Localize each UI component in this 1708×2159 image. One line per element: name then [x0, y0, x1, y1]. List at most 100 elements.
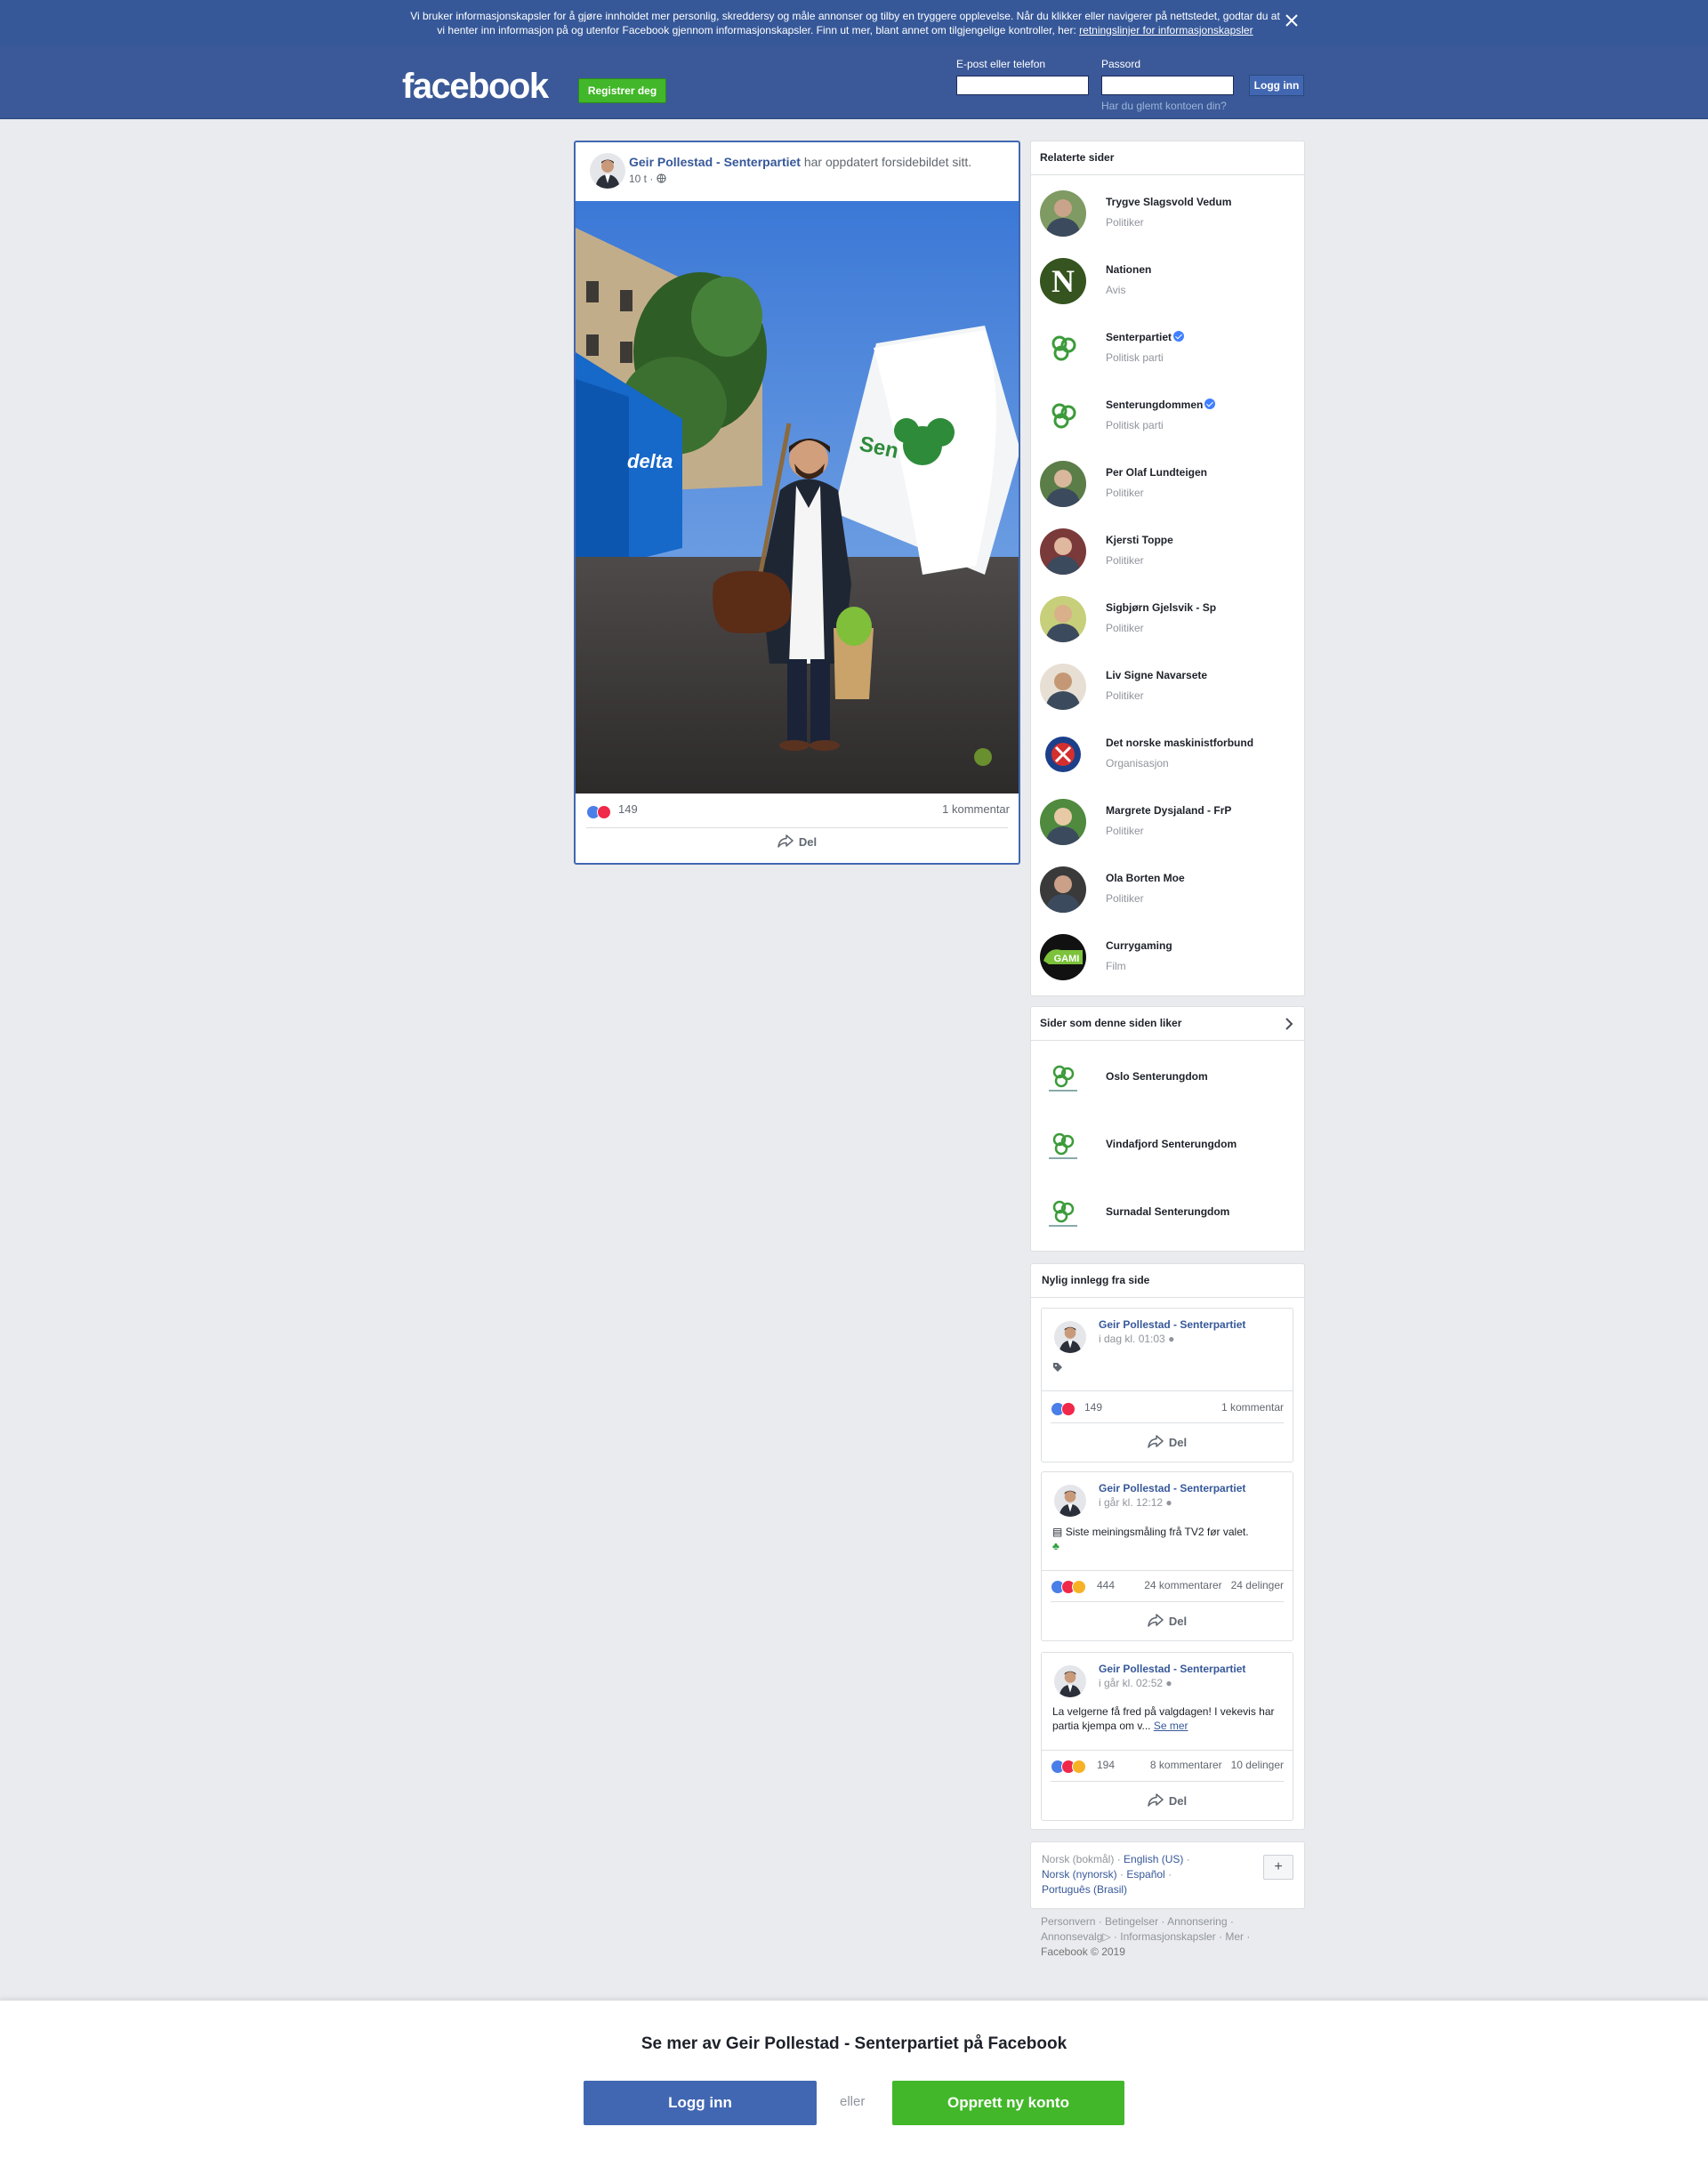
language-link[interactable]: Norsk (nynorsk) — [1042, 1868, 1117, 1881]
page-avatar[interactable] — [1040, 799, 1086, 845]
reaction-count[interactable]: 194 — [1097, 1759, 1115, 1771]
footer-link[interactable]: Annonsevalg — [1041, 1930, 1102, 1943]
page-avatar[interactable] — [1040, 664, 1086, 710]
create-account-button[interactable]: Opprett ny konto — [892, 2081, 1124, 2125]
reaction-icons[interactable] — [1051, 1401, 1076, 1417]
related-page-item[interactable]: Det norske maskinistforbund Organisasjon — [1040, 728, 1298, 777]
page-name[interactable]: Kjersti Toppe — [1106, 534, 1173, 546]
liked-pages-title[interactable]: Sider som denne siden liker — [1031, 1007, 1304, 1041]
page-name[interactable]: Sigbjørn Gjelsvik - Sp — [1106, 601, 1216, 614]
page-avatar[interactable] — [1040, 190, 1086, 237]
share-button[interactable]: Del — [1148, 1435, 1187, 1449]
page-avatar[interactable] — [1040, 596, 1086, 642]
reaction-icons[interactable] — [586, 804, 611, 820]
page-avatar[interactable] — [1040, 528, 1086, 575]
share-button[interactable]: Del — [1148, 1793, 1187, 1808]
page-avatar[interactable]: GAMI — [1040, 934, 1086, 980]
recent-post-author[interactable]: Geir Pollestad - Senterpartiet — [1099, 1318, 1245, 1331]
post-author-link[interactable]: Geir Pollestad - Senterpartiet — [629, 155, 801, 169]
reaction-icons[interactable] — [1051, 1579, 1086, 1595]
page-avatar[interactable] — [1040, 1056, 1086, 1102]
page-name[interactable]: Vindafjord Senterungdom — [1106, 1138, 1237, 1150]
share-button[interactable]: Del — [1148, 1614, 1187, 1628]
recent-post-author[interactable]: Geir Pollestad - Senterpartiet — [1099, 1663, 1245, 1675]
page-name[interactable]: Senterpartiet — [1106, 331, 1185, 343]
reaction-icons[interactable] — [1051, 1759, 1086, 1775]
comment-share-count[interactable]: 24 kommentarer 24 delinger — [1144, 1579, 1284, 1591]
language-link[interactable]: Português (Brasil) — [1042, 1883, 1127, 1896]
page-avatar[interactable] — [1040, 866, 1086, 913]
cookie-policy-link[interactable]: retningslinjer for informasjonskapsler — [1079, 24, 1253, 36]
related-page-item[interactable]: Kjersti Toppe Politiker — [1040, 525, 1298, 575]
password-field[interactable] — [1101, 76, 1234, 95]
page-avatar[interactable] — [1040, 461, 1086, 507]
comment-share-count[interactable]: 8 kommentarer 10 delinger — [1150, 1759, 1284, 1771]
page-name[interactable]: Ola Borten Moe — [1106, 872, 1185, 884]
post-timestamp[interactable]: 10 t — [629, 173, 647, 185]
register-button[interactable]: Registrer deg — [578, 78, 666, 103]
page-name[interactable]: Senterungdommen — [1106, 399, 1216, 411]
forgot-account-link[interactable]: Har du glemt kontoen din? — [1101, 100, 1227, 112]
footer-link[interactable]: Betingelser — [1105, 1915, 1158, 1928]
language-link[interactable]: English (US) — [1124, 1853, 1183, 1865]
recent-post-avatar[interactable] — [1054, 1321, 1086, 1353]
recent-post-timestamp[interactable]: i dag kl. 01:03 — [1099, 1333, 1165, 1345]
email-field[interactable] — [956, 76, 1089, 95]
comment-count[interactable]: 1 kommentar — [1221, 1401, 1284, 1414]
recent-post-avatar[interactable] — [1054, 1485, 1086, 1517]
recent-post-timestamp[interactable]: i går kl. 12:12 — [1099, 1496, 1163, 1509]
recent-post-author[interactable]: Geir Pollestad - Senterpartiet — [1099, 1482, 1245, 1494]
language-link[interactable]: Español — [1126, 1868, 1164, 1881]
author-avatar[interactable] — [590, 153, 625, 189]
footer-link[interactable]: Informasjonskapsler — [1120, 1930, 1215, 1943]
related-page-item[interactable]: Trygve Slagsvold Vedum Politiker — [1040, 187, 1298, 237]
login-button[interactable]: Logg inn — [1249, 75, 1304, 96]
related-page-item[interactable]: Liv Signe Navarsete Politiker — [1040, 660, 1298, 710]
facebook-logo[interactable]: facebook — [402, 67, 549, 107]
related-page-item[interactable]: Senterpartiet Politisk parti — [1040, 322, 1298, 372]
page-name[interactable]: Oslo Senterungdom — [1106, 1070, 1208, 1083]
comment-count[interactable]: 1 kommentar — [942, 802, 1010, 816]
page-name[interactable]: Liv Signe Navarsete — [1106, 669, 1207, 681]
share-button[interactable]: Del — [777, 834, 817, 849]
page-avatar[interactable] — [1040, 326, 1086, 372]
reaction-count[interactable]: 149 — [618, 802, 638, 816]
related-page-item[interactable]: Ola Borten Moe Politiker — [1040, 863, 1298, 913]
page-category: Politisk parti — [1106, 419, 1164, 431]
more-languages-button[interactable]: + — [1263, 1855, 1293, 1880]
page-name[interactable]: Currygaming — [1106, 939, 1172, 952]
related-page-item[interactable]: N Nationen Avis — [1040, 254, 1298, 304]
recent-post-timestamp[interactable]: i går kl. 02:52 — [1099, 1677, 1163, 1689]
chevron-right-icon[interactable] — [1285, 1018, 1293, 1030]
related-page-item[interactable]: GAMI Currygaming Film — [1040, 930, 1298, 980]
liked-page-item[interactable]: Surnadal Senterungdom — [1040, 1188, 1298, 1237]
page-name[interactable]: Nationen — [1106, 263, 1151, 276]
related-pages-title: Relaterte sider — [1031, 141, 1304, 175]
see-more-link[interactable]: Se mer — [1154, 1720, 1188, 1732]
page-avatar[interactable] — [1040, 1124, 1086, 1170]
page-avatar[interactable]: N — [1040, 258, 1086, 304]
cover-photo[interactable]: delta Sen — [576, 201, 1019, 794]
page-name[interactable]: Trygve Slagsvold Vedum — [1106, 196, 1231, 208]
bottom-login-button[interactable]: Logg inn — [584, 2081, 817, 2125]
footer-link[interactable]: Annonsering — [1167, 1915, 1227, 1928]
liked-page-item[interactable]: Oslo Senterungdom — [1040, 1052, 1298, 1102]
related-page-item[interactable]: Per Olaf Lundteigen Politiker — [1040, 457, 1298, 507]
page-name[interactable]: Margrete Dysjaland - FrP — [1106, 804, 1231, 817]
page-name[interactable]: Det norske maskinistforbund — [1106, 737, 1253, 749]
reaction-count[interactable]: 149 — [1084, 1401, 1102, 1414]
liked-page-item[interactable]: Vindafjord Senterungdom — [1040, 1120, 1298, 1170]
page-avatar[interactable] — [1040, 731, 1086, 777]
footer-link[interactable]: Personvern — [1041, 1915, 1095, 1928]
related-page-item[interactable]: Senterungdommen Politisk parti — [1040, 390, 1298, 439]
close-icon[interactable] — [1284, 12, 1300, 28]
reaction-count[interactable]: 444 — [1097, 1579, 1115, 1591]
page-avatar[interactable] — [1040, 393, 1086, 439]
recent-post-avatar[interactable] — [1054, 1665, 1086, 1697]
footer-link[interactable]: Mer — [1225, 1930, 1244, 1943]
related-page-item[interactable]: Margrete Dysjaland - FrP Politiker — [1040, 795, 1298, 845]
page-name[interactable]: Per Olaf Lundteigen — [1106, 466, 1207, 479]
page-name[interactable]: Surnadal Senterungdom — [1106, 1205, 1229, 1218]
related-page-item[interactable]: Sigbjørn Gjelsvik - Sp Politiker — [1040, 592, 1298, 642]
page-avatar[interactable] — [1040, 1191, 1086, 1237]
